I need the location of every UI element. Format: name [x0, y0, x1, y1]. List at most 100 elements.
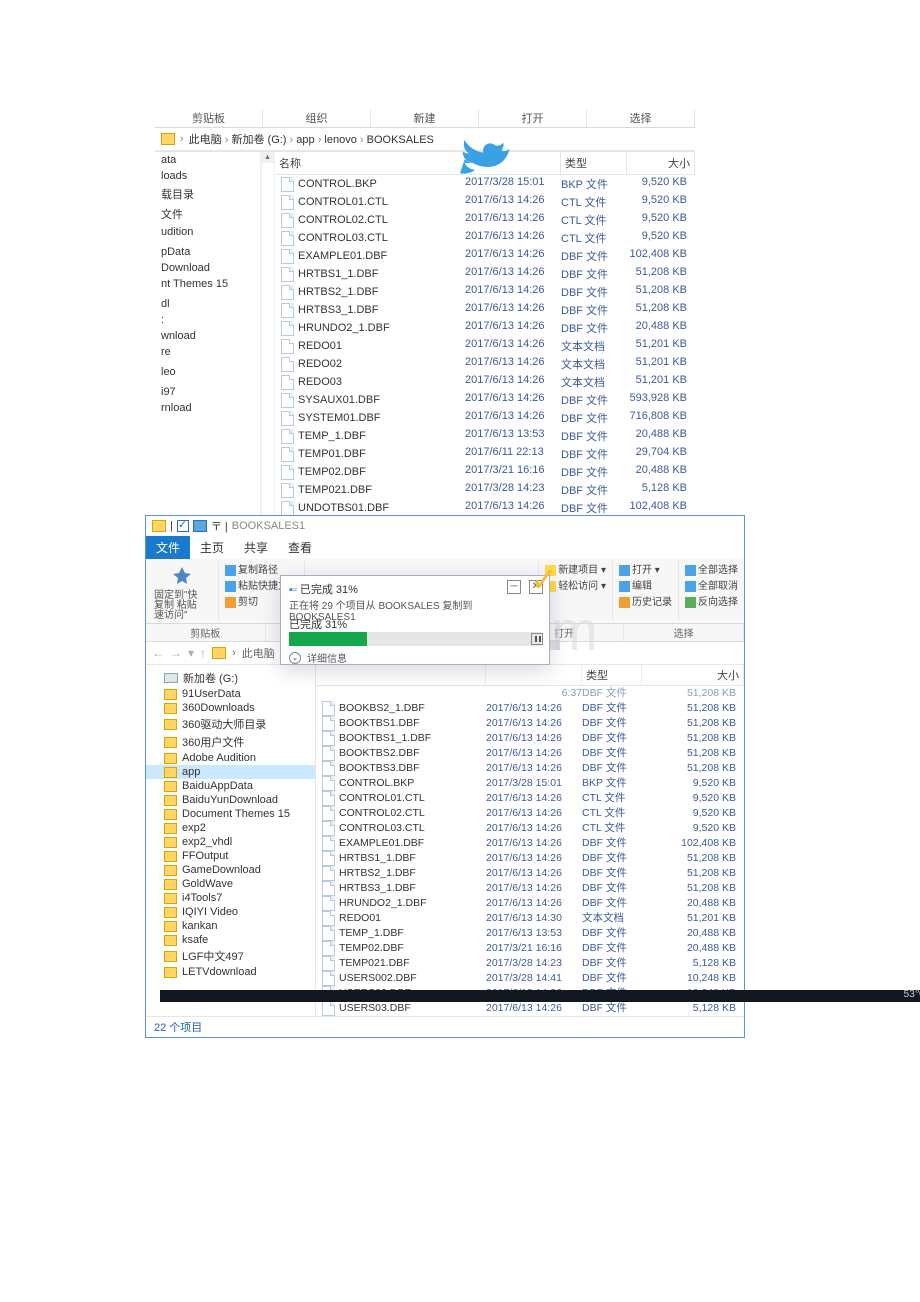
- table-row[interactable]: SYSAUX01.DBF 2017/6/13 14:26 DBF 文件 593,…: [275, 391, 695, 409]
- sidebar-item[interactable]: ata: [155, 152, 275, 168]
- forward-icon[interactable]: →: [170, 646, 182, 660]
- tab-主页[interactable]: 主页: [190, 536, 234, 559]
- sidebar-item[interactable]: loads: [155, 168, 275, 184]
- table-row[interactable]: BOOKTBS1_1.DBF 2017/6/13 14:26 DBF 文件 51…: [316, 731, 744, 746]
- table-row[interactable]: CONTROL02.CTL 2017/6/13 14:26 CTL 文件 9,5…: [316, 806, 744, 821]
- sidebar-item-i4Tools7[interactable]: i4Tools7: [146, 891, 315, 905]
- table-row[interactable]: TEMP02.DBF 2017/3/21 16:16 DBF 文件 20,488…: [316, 941, 744, 956]
- table-row[interactable]: HRTBS3_1.DBF 2017/6/13 14:26 DBF 文件 51,2…: [316, 881, 744, 896]
- table-row[interactable]: CONTROL01.CTL 2017/6/13 14:26 CTL 文件 9,5…: [275, 193, 695, 211]
- sidebar-item[interactable]: wnload: [155, 328, 275, 344]
- table-row[interactable]: HRTBS3_1.DBF 2017/6/13 14:26 DBF 文件 51,2…: [275, 301, 695, 319]
- table-row[interactable]: SYSTEM01.DBF 2017/6/13 14:26 DBF 文件 716,…: [275, 409, 695, 427]
- sidebar-item-360驱动大师目录[interactable]: 360驱动大师目录: [146, 715, 315, 733]
- table-row[interactable]: BOOKBS2_1.DBF 2017/6/13 14:26 DBF 文件 51,…: [316, 701, 744, 716]
- up-icon[interactable]: ↑: [200, 646, 206, 660]
- sidebar-item-Document Themes 15[interactable]: Document Themes 15: [146, 807, 315, 821]
- sidebar-item[interactable]: nt Themes 15: [155, 276, 275, 292]
- sidebar-item-91UserData[interactable]: 91UserData: [146, 687, 315, 701]
- table-row[interactable]: HRTBS2_1.DBF 2017/6/13 14:26 DBF 文件 51,2…: [275, 283, 695, 301]
- sidebar-item[interactable]: leo: [155, 364, 275, 380]
- open-actions[interactable]: 打开 ▾ 编辑 历史记录: [619, 561, 672, 608]
- table-row[interactable]: CONTROL03.CTL 2017/6/13 14:26 CTL 文件 9,5…: [275, 229, 695, 247]
- table-row[interactable]: 6:37 DBF 文件 51,208 KB: [316, 686, 744, 701]
- table-row[interactable]: REDO02 2017/6/13 14:26 文本文档 51,201 KB: [275, 355, 695, 373]
- taskbar[interactable]: 53℃: [160, 990, 920, 1002]
- sidebar-item[interactable]: :: [155, 312, 275, 328]
- scroll-up-icon[interactable]: ▴: [265, 152, 269, 161]
- table-row[interactable]: HRTBS1_1.DBF 2017/6/13 14:26 DBF 文件 51,2…: [316, 851, 744, 866]
- breadcrumb-segment[interactable]: app: [296, 134, 314, 146]
- sidebar-item-FFOutput[interactable]: FFOutput: [146, 849, 315, 863]
- table-row[interactable]: USERS03.DBF 2017/6/13 14:26 DBF 文件 5,128…: [316, 1001, 744, 1016]
- ribbon-tabs[interactable]: 文件主页共享查看: [146, 536, 744, 559]
- table-row[interactable]: EXAMPLE01.DBF 2017/6/13 14:26 DBF 文件 102…: [275, 247, 695, 265]
- sidebar-item[interactable]: 文件: [155, 204, 275, 224]
- sidebar-item-exp2[interactable]: exp2: [146, 821, 315, 835]
- sidebar-item-BaiduYunDownload[interactable]: BaiduYunDownload: [146, 793, 315, 807]
- table-row[interactable]: TEMP_1.DBF 2017/6/13 13:53 DBF 文件 20,488…: [275, 427, 695, 445]
- sidebar-item-360用户文件[interactable]: 360用户文件: [146, 733, 315, 751]
- sidebar-item-新加卷 (G:)[interactable]: 新加卷 (G:): [146, 669, 315, 687]
- breadcrumb-segment[interactable]: 新加卷 (G:): [231, 134, 286, 146]
- file-list[interactable]: 类型 大小 6:37 DBF 文件 51,208 KB BOOKBS2_1.DB…: [316, 665, 744, 1016]
- sidebar-item-360Downloads[interactable]: 360Downloads: [146, 701, 315, 715]
- table-row[interactable]: HRTBS2_1.DBF 2017/6/13 14:26 DBF 文件 51,2…: [316, 866, 744, 881]
- table-row[interactable]: CONTROL.BKP 2017/3/28 15:01 BKP 文件 9,520…: [275, 175, 695, 193]
- table-row[interactable]: HRUNDO2_1.DBF 2017/6/13 14:26 DBF 文件 20,…: [316, 896, 744, 911]
- sidebar-item-Adobe Audition[interactable]: Adobe Audition: [146, 751, 315, 765]
- table-row[interactable]: REDO01 2017/6/13 14:26 文本文档 51,201 KB: [275, 337, 695, 355]
- table-row[interactable]: TEMP01.DBF 2017/6/11 22:13 DBF 文件 29,704…: [275, 445, 695, 463]
- sidebar-item[interactable]: udition: [155, 224, 275, 240]
- col-name[interactable]: 名称: [275, 152, 465, 174]
- table-row[interactable]: BOOKTBS1.DBF 2017/6/13 14:26 DBF 文件 51,2…: [316, 716, 744, 731]
- table-row[interactable]: EXAMPLE01.DBF 2017/6/13 14:26 DBF 文件 102…: [316, 836, 744, 851]
- sidebar-item-app[interactable]: app: [146, 765, 315, 779]
- checkbox-icon[interactable]: [177, 520, 189, 532]
- table-row[interactable]: CONTROL01.CTL 2017/6/13 14:26 CTL 文件 9,5…: [316, 791, 744, 806]
- sidebar-item[interactable]: rnload: [155, 400, 275, 416]
- col-type[interactable]: 类型: [561, 152, 627, 174]
- sidebar-item-kankan[interactable]: kankan: [146, 919, 315, 933]
- table-row[interactable]: HRTBS1_1.DBF 2017/6/13 14:26 DBF 文件 51,2…: [275, 265, 695, 283]
- tab-共享[interactable]: 共享: [234, 536, 278, 559]
- breadcrumb-segment[interactable]: lenovo: [324, 134, 356, 146]
- sidebar-item-ksafe[interactable]: ksafe: [146, 933, 315, 947]
- chevron-down-icon[interactable]: ⌄: [289, 652, 301, 664]
- select-actions[interactable]: 全部选择 全部取消 反向选择: [685, 561, 738, 608]
- sidebar-item-GameDownload[interactable]: GameDownload: [146, 863, 315, 877]
- table-row[interactable]: CONTROL03.CTL 2017/6/13 14:26 CTL 文件 9,5…: [316, 821, 744, 836]
- table-row[interactable]: TEMP02.DBF 2017/3/21 16:16 DBF 文件 20,488…: [275, 463, 695, 481]
- copy-progress-dialog[interactable]: ▪▫ 已完成 31% 正在将 29 个项目从 BOOKSALES 复制到 BOO…: [280, 575, 550, 665]
- table-row[interactable]: REDO03 2017/6/13 14:26 文本文档 51,201 KB: [275, 373, 695, 391]
- sidebar-item-exp2_vhdl[interactable]: exp2_vhdl: [146, 835, 315, 849]
- sidebar-item-LETVdownload[interactable]: LETVdownload: [146, 965, 315, 979]
- pause-button[interactable]: [531, 633, 543, 645]
- sidebar-item-LGF中文497[interactable]: LGF中文497: [146, 947, 315, 965]
- table-row[interactable]: TEMP_1.DBF 2017/6/13 13:53 DBF 文件 20,488…: [316, 926, 744, 941]
- pin-icon[interactable]: [167, 561, 197, 591]
- breadcrumb[interactable]: › 此电脑 › 新加卷 (G:) › app › lenovo › BOOKSA…: [155, 128, 695, 151]
- sidebar-item[interactable]: i97: [155, 384, 275, 400]
- table-row[interactable]: REDO01 2017/6/13 14:30 文本文档 51,201 KB: [316, 911, 744, 926]
- sidebar-item[interactable]: 载目录: [155, 184, 275, 204]
- tab-查看[interactable]: 查看: [278, 536, 322, 559]
- table-row[interactable]: USERS002.DBF 2017/3/28 14:41 DBF 文件 10,2…: [316, 971, 744, 986]
- sidebar-item-BaiduAppData[interactable]: BaiduAppData: [146, 779, 315, 793]
- sidebar-item[interactable]: dl: [155, 296, 275, 312]
- back-icon[interactable]: ←: [152, 646, 164, 660]
- sidebar-item[interactable]: Download: [155, 260, 275, 276]
- minimize-icon[interactable]: ─: [507, 580, 521, 594]
- table-row[interactable]: TEMP021.DBF 2017/3/28 14:23 DBF 文件 5,128…: [275, 481, 695, 499]
- sidebar-item-GoldWave[interactable]: GoldWave: [146, 877, 315, 891]
- new-actions[interactable]: 新建项目 ▾ 轻松访问 ▾: [545, 561, 606, 592]
- sidebar-item[interactable]: pData: [155, 244, 275, 260]
- col-size[interactable]: 大小: [627, 152, 695, 174]
- close-icon[interactable]: ✕: [529, 580, 543, 594]
- table-row[interactable]: HRUNDO2_1.DBF 2017/6/13 14:26 DBF 文件 20,…: [275, 319, 695, 337]
- table-row[interactable]: TEMP021.DBF 2017/3/28 14:23 DBF 文件 5,128…: [316, 956, 744, 971]
- nav-pane[interactable]: 新加卷 (G:) 91UserData 360Downloads 360驱动大师…: [146, 665, 316, 1016]
- titlebar[interactable]: | 〒 | BOOKSALES1: [146, 516, 744, 536]
- table-row[interactable]: CONTROL02.CTL 2017/6/13 14:26 CTL 文件 9,5…: [275, 211, 695, 229]
- table-row[interactable]: BOOKTBS3.DBF 2017/6/13 14:26 DBF 文件 51,2…: [316, 761, 744, 776]
